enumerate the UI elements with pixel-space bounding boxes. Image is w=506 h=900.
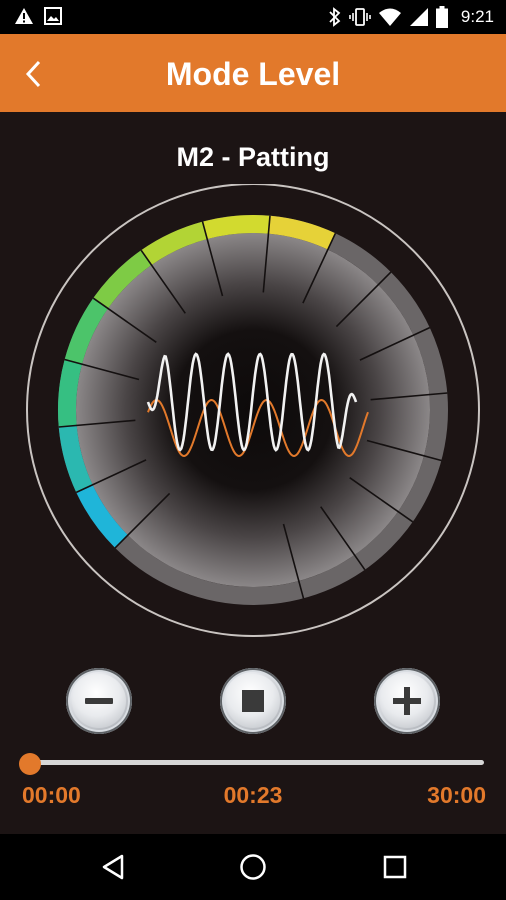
- status-bar: 9:21: [0, 0, 506, 34]
- mode-title: M2 - Patting: [176, 142, 330, 172]
- image-icon: [44, 7, 62, 25]
- nav-home-button[interactable]: [236, 850, 270, 884]
- timer-slider-track[interactable]: [26, 760, 484, 765]
- stop-icon: [242, 690, 264, 712]
- stop-button-face: [226, 674, 280, 728]
- intensity-dial[interactable]: [0, 184, 506, 644]
- plus-icon: [393, 687, 421, 715]
- nav-recents-button[interactable]: [378, 850, 412, 884]
- warning-icon: [15, 8, 33, 24]
- decrease-button-face: [72, 674, 126, 728]
- page-title: Mode Level: [165, 56, 341, 92]
- timer-slider-thumb[interactable]: [19, 753, 41, 775]
- increase-button[interactable]: [374, 668, 440, 734]
- timer-end-label: 30:00: [427, 782, 486, 808]
- main-content: M2 - Patting 00:00 00:23 30:00: [0, 112, 506, 834]
- back-triangle-icon: [102, 854, 124, 880]
- decrease-button[interactable]: [66, 668, 132, 734]
- wifi-icon: [378, 8, 401, 26]
- minus-icon: [85, 698, 113, 704]
- bluetooth-icon: [329, 7, 341, 27]
- vibrate-icon: [349, 8, 371, 26]
- status-time: 9:21: [460, 7, 494, 26]
- increase-button-face: [380, 674, 434, 728]
- nav-back-button[interactable]: [96, 850, 130, 884]
- app-bar: Mode Level: [0, 34, 506, 112]
- navigation-bar: [0, 834, 506, 900]
- status-right-icons: 9:21: [328, 6, 494, 28]
- dial-segment: [58, 359, 83, 427]
- stop-button[interactable]: [220, 668, 286, 734]
- home-circle-icon: [240, 854, 266, 880]
- signal-icon: [409, 8, 428, 26]
- recents-square-icon: [383, 855, 407, 879]
- status-left-icons: [14, 7, 62, 25]
- dial-segment: [202, 215, 270, 240]
- battery-icon: [435, 6, 448, 28]
